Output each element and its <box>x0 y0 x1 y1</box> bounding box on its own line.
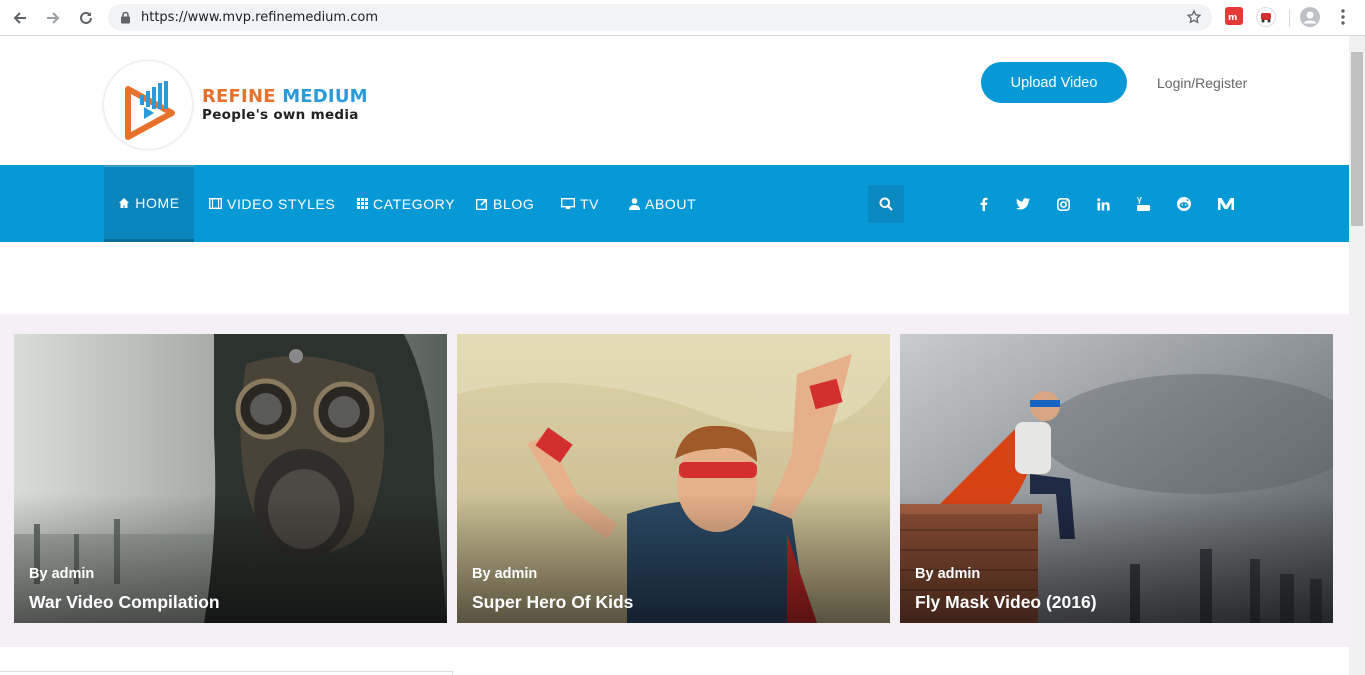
featured-section: By admin War Video Compilation By admin … <box>0 314 1349 647</box>
card-author: By admin <box>915 566 981 582</box>
content-box-edge <box>0 671 453 675</box>
nav-item-home[interactable]: HOME <box>104 165 194 242</box>
card-title[interactable]: Fly Mask Video (2016) <box>915 592 1097 613</box>
brand-part-medium: MEDIUM <box>282 86 368 107</box>
medium-link[interactable] <box>1217 195 1235 213</box>
home-icon <box>119 198 130 208</box>
nav-item-label: TV <box>580 195 600 212</box>
web-page: REFINE MEDIUM People's own media Upload … <box>0 36 1349 675</box>
facebook-link[interactable] <box>975 195 993 213</box>
arrow-right-icon <box>47 12 60 24</box>
nav-item-label: HOME <box>135 195 180 211</box>
instagram-link[interactable] <box>1054 195 1072 213</box>
profile-avatar-icon[interactable] <box>1300 7 1320 27</box>
browser-toolbar: https://www.mvp.refinemedium.com m <box>0 0 1365 36</box>
nav-item-label: BLOG <box>493 195 535 212</box>
address-bar[interactable]: https://www.mvp.refinemedium.com <box>108 4 1212 31</box>
nav-item-category[interactable]: CATEGORY <box>357 165 455 242</box>
reload-icon <box>80 11 92 24</box>
page-scrollbar[interactable] <box>1349 36 1365 675</box>
edit-icon <box>476 198 488 210</box>
facebook-icon <box>980 197 988 211</box>
scrollbar-thumb[interactable] <box>1351 52 1363 226</box>
url-text: https://www.mvp.refinemedium.com <box>141 10 378 25</box>
card-author: By admin <box>472 566 538 582</box>
reddit-icon <box>1177 197 1191 211</box>
extension-icon-2[interactable] <box>1256 7 1276 27</box>
bookmark-star-icon[interactable] <box>1186 9 1202 25</box>
lock-icon <box>121 11 130 24</box>
svg-text:m: m <box>1228 13 1237 23</box>
site-logo[interactable] <box>104 61 192 149</box>
nav-item-blog[interactable]: BLOG <box>476 165 534 242</box>
upload-video-button[interactable]: Upload Video <box>981 62 1127 103</box>
youtube-link[interactable] <box>1134 195 1152 213</box>
user-icon <box>629 197 640 210</box>
arrow-left-icon <box>13 12 26 24</box>
login-register-link[interactable]: Login/Register <box>1157 75 1247 91</box>
medium-icon <box>1218 198 1234 210</box>
brand-name[interactable]: REFINE MEDIUM <box>202 86 368 107</box>
monitor-icon <box>561 197 575 209</box>
forward-button[interactable] <box>41 6 65 30</box>
toolbar-separator <box>1289 9 1290 27</box>
featured-card-fly-mask[interactable]: By admin Fly Mask Video (2016) <box>900 334 1333 623</box>
youtube-icon <box>1136 197 1150 211</box>
linkedin-link[interactable] <box>1094 195 1112 213</box>
twitter-link[interactable] <box>1014 195 1032 213</box>
reddit-link[interactable] <box>1175 195 1193 213</box>
featured-card-super-hero[interactable]: By admin Super Hero Of Kids <box>457 334 890 623</box>
back-button[interactable] <box>8 6 32 30</box>
nav-item-label: ABOUT <box>645 195 697 212</box>
linkedin-icon <box>1096 197 1110 210</box>
nav-item-label: CATEGORY <box>373 195 456 212</box>
reload-button[interactable] <box>74 6 98 30</box>
card-author: By admin <box>29 566 95 582</box>
card-title[interactable]: Super Hero Of Kids <box>472 592 633 613</box>
extension-icon-1[interactable]: m <box>1225 7 1245 27</box>
nav-item-about[interactable]: ABOUT <box>629 165 696 242</box>
brand-part-refine: REFINE <box>202 86 276 107</box>
twitter-icon <box>1016 198 1030 210</box>
instagram-icon <box>1056 197 1070 211</box>
nav-item-label: VIDEO STYLES <box>227 195 336 212</box>
search-icon <box>879 197 893 211</box>
menu-kebab-icon[interactable] <box>1335 7 1355 27</box>
card-title[interactable]: War Video Compilation <box>29 592 220 613</box>
search-button[interactable] <box>868 185 904 223</box>
brand-tagline: People's own media <box>202 107 359 123</box>
film-icon <box>209 198 222 209</box>
featured-card-war[interactable]: By admin War Video Compilation <box>14 334 447 623</box>
logo-play-icon <box>125 81 175 140</box>
main-navbar: HOME VIDEO STYLES CATEGORY BLOG TV ABOUT <box>0 165 1349 242</box>
nav-item-video-styles[interactable]: VIDEO STYLES <box>209 165 335 242</box>
nav-item-tv[interactable]: TV <box>561 165 599 242</box>
grid-icon <box>357 198 368 209</box>
